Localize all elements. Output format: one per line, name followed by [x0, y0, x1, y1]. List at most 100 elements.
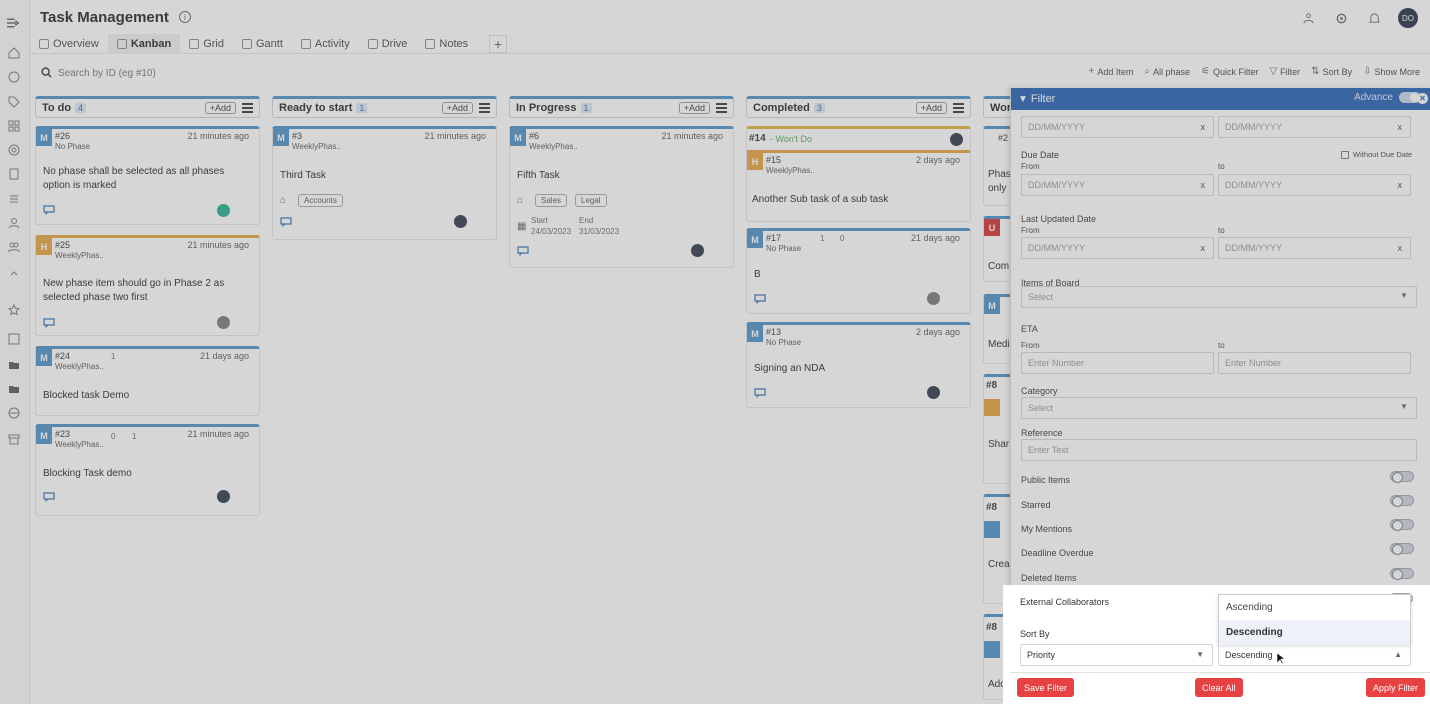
add-item-button[interactable]: + Add Item	[1088, 66, 1133, 77]
assignee-avatar[interactable]	[691, 244, 704, 257]
comment-icon[interactable]	[754, 388, 766, 399]
menu-icon[interactable]	[242, 103, 253, 113]
sort-order-select[interactable]: Descending ▲	[1218, 644, 1411, 666]
users-icon[interactable]	[7, 240, 21, 254]
task-card[interactable]: M #24 1 WeeklyPhas.. 21 days ago Blocked…	[35, 346, 260, 416]
clear-icon[interactable]: x	[1201, 180, 1206, 190]
add-tab-button[interactable]: +	[489, 34, 508, 53]
show-more-button[interactable]: ⇩ Show More	[1363, 66, 1420, 77]
option-descending[interactable]: Descending	[1219, 620, 1410, 645]
without-due-date-checkbox[interactable]	[1341, 151, 1349, 159]
task-card[interactable]: #8 Shar	[983, 374, 1013, 484]
clock-icon[interactable]	[7, 70, 21, 84]
assignee-avatar[interactable]	[217, 490, 230, 503]
created-from-field[interactable]: DD/MM/YYYY x	[1021, 116, 1214, 138]
clear-icon[interactable]: x	[1201, 122, 1206, 132]
my-mentions-toggle[interactable]	[1390, 519, 1414, 531]
tag[interactable]: Accounts	[298, 194, 343, 207]
task-card[interactable]: M #13 No Phase 2 days ago Signing an NDA	[746, 322, 971, 408]
comment-icon[interactable]	[754, 294, 766, 305]
task-card[interactable]: #14 - Won't Do H #15 WeeklyPhas.. 2 days…	[746, 126, 971, 222]
tab-kanban[interactable]: Kanban	[107, 33, 181, 54]
chevron-up-icon[interactable]	[7, 266, 21, 280]
tab-activity[interactable]: Activity	[292, 34, 359, 54]
quick-filter-button[interactable]: ⚟ Quick Filter	[1201, 66, 1258, 77]
eta-to-field[interactable]: Enter Number	[1218, 352, 1411, 374]
star-icon[interactable]	[7, 303, 21, 317]
add-card-button[interactable]: +Add	[204, 102, 236, 114]
option-ascending[interactable]: Ascending	[1219, 595, 1410, 620]
assignee-avatar[interactable]	[454, 215, 467, 228]
task-card[interactable]: #2 Phas only	[983, 126, 1013, 206]
clear-icon[interactable]: x	[1398, 243, 1403, 253]
tab-overview[interactable]: Overview	[30, 34, 108, 54]
list-icon[interactable]	[7, 192, 21, 206]
updated-from-field[interactable]: DD/MM/YYYY x	[1021, 237, 1214, 259]
comment-icon[interactable]	[43, 205, 55, 216]
public-items-toggle[interactable]	[1390, 471, 1414, 483]
task-card[interactable]: M #23 0 1 WeeklyPhas.. 21 minutes ago Bl…	[35, 424, 260, 516]
task-card[interactable]: H #25 WeeklyPhas.. 21 minutes ago New ph…	[35, 235, 260, 336]
close-icon[interactable]: ✕	[1417, 93, 1428, 104]
tab-drive[interactable]: Drive	[359, 34, 417, 54]
sort-field-select[interactable]: Priority ▼	[1020, 644, 1213, 666]
expand-sidebar-icon[interactable]	[4, 16, 22, 30]
search-input[interactable]	[58, 64, 358, 82]
assignee-avatar[interactable]	[217, 204, 230, 217]
archive-icon[interactable]	[7, 432, 21, 446]
user-avatar[interactable]: DO	[1398, 8, 1418, 28]
clear-icon[interactable]: x	[1398, 122, 1403, 132]
subtask-card[interactable]: H #15 WeeklyPhas.. 2 days ago Another Su…	[747, 150, 970, 222]
clear-icon[interactable]: x	[1201, 243, 1206, 253]
task-card[interactable]: M Medi	[983, 294, 1013, 364]
home-icon[interactable]	[7, 46, 21, 60]
at-icon[interactable]	[7, 143, 21, 157]
sort-by-button[interactable]: ⇅ Sort By	[1311, 66, 1352, 77]
tab-grid[interactable]: Grid	[180, 34, 233, 54]
grid-icon[interactable]	[7, 119, 21, 133]
task-card[interactable]: M #17 1 0 No Phase 21 days ago B	[746, 228, 971, 314]
due-from-field[interactable]: DD/MM/YYYY x	[1021, 174, 1214, 196]
bell-icon[interactable]	[1365, 9, 1383, 27]
save-filter-button[interactable]: Save Filter	[1017, 678, 1075, 697]
globe-icon[interactable]	[7, 406, 21, 420]
assignee-avatar[interactable]	[217, 316, 230, 329]
folder-icon[interactable]	[7, 358, 21, 372]
created-to-field[interactable]: DD/MM/YYYY x	[1218, 116, 1411, 138]
menu-icon[interactable]	[716, 103, 727, 113]
board-icon[interactable]	[7, 332, 21, 346]
add-card-button[interactable]: +Add	[678, 102, 710, 114]
tab-gantt[interactable]: Gantt	[233, 34, 292, 54]
user-icon[interactable]	[7, 216, 21, 230]
category-select[interactable]: Select ▼	[1021, 397, 1417, 419]
gear-icon[interactable]	[1332, 9, 1350, 27]
comment-icon[interactable]	[280, 217, 292, 228]
reference-field[interactable]: Enter Text	[1021, 439, 1417, 461]
assignee-avatar[interactable]	[927, 292, 940, 305]
tab-notes[interactable]: Notes	[416, 34, 477, 54]
apply-filter-button[interactable]: Apply Filter	[1366, 678, 1426, 697]
folder-icon[interactable]	[7, 382, 21, 396]
all-phase-button[interactable]: ⌕ All phase	[1144, 66, 1190, 77]
info-icon[interactable]: i	[178, 11, 191, 23]
menu-icon[interactable]	[953, 103, 964, 113]
document-icon[interactable]	[7, 167, 21, 181]
comment-icon[interactable]	[43, 318, 55, 329]
add-card-button[interactable]: +Add	[441, 102, 473, 114]
add-card-button[interactable]: +Add	[915, 102, 947, 114]
task-card[interactable]: U Com	[983, 216, 1013, 282]
tag-icon[interactable]	[7, 95, 21, 109]
deadline-overdue-toggle[interactable]	[1390, 543, 1414, 555]
menu-icon[interactable]	[479, 103, 490, 113]
task-card[interactable]: M #26 No Phase 21 minutes ago No phase s…	[35, 126, 260, 225]
items-of-board-select[interactable]: Select ▼	[1021, 286, 1417, 308]
collaborators-icon[interactable]	[1299, 9, 1317, 27]
deleted-items-toggle[interactable]	[1390, 568, 1414, 580]
assignee-avatar[interactable]	[927, 386, 940, 399]
comment-icon[interactable]	[43, 492, 55, 503]
updated-to-field[interactable]: DD/MM/YYYY x	[1218, 237, 1411, 259]
tag[interactable]: Sales	[535, 194, 568, 207]
tag[interactable]: Legal	[575, 194, 607, 207]
task-card[interactable]: M #3 WeeklyPhas.. 21 minutes ago Third T…	[272, 126, 497, 240]
comment-icon[interactable]	[517, 246, 529, 257]
